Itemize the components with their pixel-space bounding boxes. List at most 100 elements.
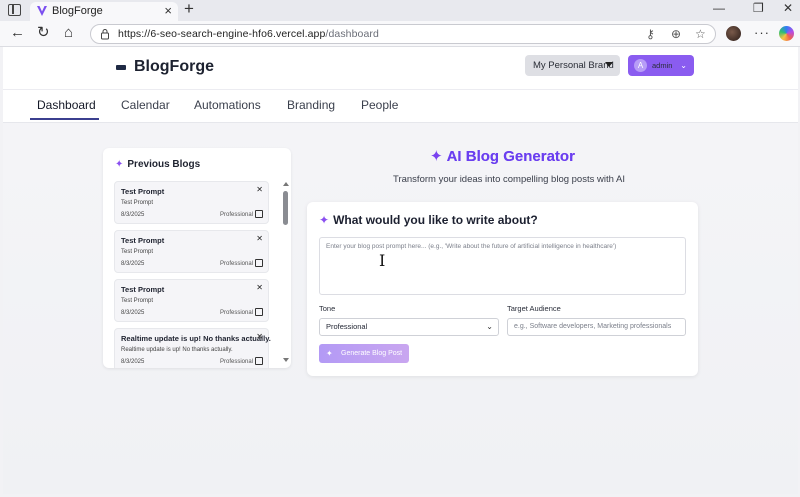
more-menu-icon[interactable]: ··· (754, 25, 770, 40)
chevron-down-icon: ⌄ (486, 322, 493, 331)
blog-date: 8/3/2025 (121, 261, 145, 267)
browser-tab-bar: BlogForge × + — ❐ ✕ (0, 0, 800, 21)
blog-date: 8/3/2025 (121, 212, 145, 218)
chevron-down-icon: ⌄ (680, 61, 687, 70)
nav-calendar[interactable]: Calendar (121, 98, 170, 112)
generate-button-label: Generate Blog Post (341, 350, 403, 357)
logo-icon (116, 65, 126, 70)
page-title-text: AI Blog Generator (446, 148, 575, 165)
blog-title: Test Prompt (121, 236, 165, 245)
blog-card[interactable]: Test Prompt Test Prompt 8/3/2025 Profess… (114, 230, 269, 273)
sparkles-icon: ✦ (430, 148, 443, 165)
url-text: https://6-seo-search-engine-hfo6.vercel.… (118, 28, 379, 40)
blog-card[interactable]: Test Prompt Test Prompt 8/3/2025 Profess… (114, 181, 269, 224)
edit-icon[interactable] (255, 308, 263, 316)
blog-tone: Professional (220, 310, 254, 316)
delete-icon[interactable]: ✕ (256, 234, 263, 243)
blog-tone: Professional (220, 261, 254, 267)
prompt-placeholder: Enter your blog post prompt here... (e.g… (326, 243, 617, 250)
caret-down-icon (605, 62, 613, 67)
sidebar-scrollbar[interactable] (283, 182, 289, 362)
delete-icon[interactable]: ✕ (256, 283, 263, 292)
nav-automations[interactable]: Automations (194, 98, 261, 112)
restore-icon[interactable]: ❐ (753, 1, 764, 15)
tab-actions-icon[interactable] (8, 4, 21, 16)
nav-dashboard[interactable]: Dashboard (37, 98, 96, 112)
refresh-icon[interactable]: ↻ (37, 24, 50, 42)
page-subtitle: Transform your ideas into compelling blo… (393, 174, 625, 185)
audience-placeholder: e.g., Software developers, Marketing pro… (514, 323, 672, 330)
form-title: ✦ What would you like to write about? (319, 213, 538, 227)
user-menu-button[interactable]: A admin ⌄ (628, 55, 694, 76)
address-bar-row: ← ↻ ⌂ https://6-seo-search-engine-hfo6.v… (0, 21, 800, 47)
favorite-star-icon[interactable]: ☆ (695, 27, 706, 41)
tab-close-icon[interactable]: × (164, 3, 172, 18)
scroll-down-icon[interactable] (283, 358, 289, 362)
main-nav: Dashboard Calendar Automations Branding … (3, 89, 798, 123)
blog-generator-form: ✦ What would you like to write about? Ent… (307, 202, 698, 376)
site-info-icon[interactable] (99, 28, 111, 40)
blog-card[interactable]: Test Prompt Test Prompt 8/3/2025 Profess… (114, 279, 269, 322)
blog-tone: Professional (220, 212, 254, 218)
delete-icon[interactable]: ✕ (256, 185, 263, 194)
close-window-icon[interactable]: ✕ (783, 1, 793, 15)
sparkles-icon: ✦ (319, 213, 330, 227)
edit-icon[interactable] (255, 210, 263, 218)
sparkles-icon: ✦ (115, 159, 124, 170)
tab-title: BlogForge (52, 5, 103, 17)
browser-tab[interactable]: BlogForge × (30, 2, 178, 21)
profile-avatar[interactable] (726, 26, 741, 41)
prompt-input[interactable]: Enter your blog post prompt here... (e.g… (319, 237, 686, 295)
key-icon[interactable]: ⚷ (646, 27, 655, 41)
edit-icon[interactable] (255, 357, 263, 365)
generate-blog-post-button[interactable]: ✦ Generate Blog Post (319, 344, 409, 363)
blog-subtitle: Test Prompt (121, 200, 154, 206)
active-tab-indicator (30, 118, 99, 120)
edit-icon[interactable] (255, 259, 263, 267)
url-field[interactable]: https://6-seo-search-engine-hfo6.vercel.… (90, 24, 716, 44)
audience-label: Target Audience (507, 304, 561, 313)
text-cursor-icon: I (379, 251, 386, 270)
nav-branding[interactable]: Branding (287, 98, 335, 112)
blog-subtitle: Test Prompt (121, 249, 154, 255)
new-tab-icon[interactable]: + (184, 0, 194, 19)
url-host: https://6-seo-search-engine-hfo6.vercel.… (118, 28, 326, 40)
user-name: admin (652, 61, 673, 70)
delete-icon[interactable]: ✕ (256, 332, 263, 341)
blog-subtitle: Test Prompt (121, 298, 154, 304)
user-avatar: A (634, 59, 647, 72)
url-path: /dashboard (325, 28, 379, 40)
minimize-icon[interactable]: — (713, 1, 725, 15)
home-icon[interactable]: ⌂ (64, 24, 73, 42)
previous-blogs-panel: ✦ Previous Blogs Test Prompt Test Prompt … (103, 148, 291, 368)
audience-input[interactable]: e.g., Software developers, Marketing pro… (507, 318, 686, 336)
blogforge-favicon-icon (37, 6, 47, 16)
brand-selector[interactable]: My Personal Brand (525, 55, 620, 76)
back-icon[interactable]: ← (10, 24, 25, 42)
sparkles-icon: ✦ (326, 349, 333, 358)
tone-label: Tone (319, 304, 336, 313)
app-viewport: BlogForge My Personal Brand A admin ⌄ Da… (3, 47, 798, 494)
blog-card[interactable]: Realtime update is up! No thanks actuall… (114, 328, 271, 368)
previous-blogs-title: ✦ Previous Blogs (115, 159, 200, 170)
zoom-icon[interactable]: ⊕ (671, 27, 681, 41)
nav-people[interactable]: People (361, 98, 398, 112)
blog-date: 8/3/2025 (121, 310, 145, 316)
blog-subtitle: Realtime update is up! No thanks actuall… (121, 347, 233, 353)
copilot-icon[interactable] (779, 26, 794, 41)
blog-title: Test Prompt (121, 187, 165, 196)
tone-select-value: Professional (326, 322, 368, 331)
tone-select[interactable]: Professional ⌄ (319, 318, 499, 336)
scroll-up-icon[interactable] (283, 182, 289, 186)
blog-date: 8/3/2025 (121, 359, 145, 365)
app-logo-text[interactable]: BlogForge (134, 58, 214, 76)
page-title: ✦ AI Blog Generator (430, 147, 575, 165)
brand-selector-label: My Personal Brand (533, 60, 614, 71)
blog-tone: Professional (220, 359, 254, 365)
blog-title: Test Prompt (121, 285, 165, 294)
app-header: BlogForge My Personal Brand A admin ⌄ (3, 47, 798, 89)
previous-blogs-title-text: Previous Blogs (127, 159, 201, 170)
scroll-thumb[interactable] (283, 191, 288, 225)
form-title-text: What would you like to write about? (333, 213, 538, 227)
blog-title: Realtime update is up! No thanks actuall… (121, 334, 271, 343)
